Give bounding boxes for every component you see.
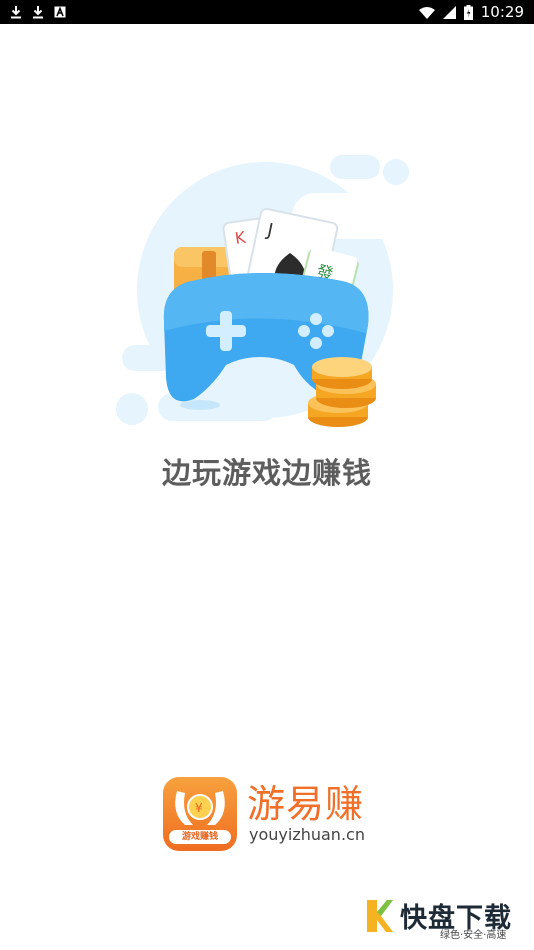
brand-text: 游易赚 youyizhuan.cn — [247, 783, 365, 845]
battery-icon — [463, 4, 473, 20]
status-bar-left — [10, 5, 66, 19]
bg-dot — [116, 393, 148, 425]
status-bar-right: 10:29 — [418, 3, 524, 21]
signal-icon — [442, 5, 456, 19]
watermark: 快盘下载 绿色·安全·高速 — [364, 896, 524, 941]
bg-pill — [330, 155, 380, 179]
gamepad-illustration: K J 發 — [116, 155, 410, 427]
k-logo-icon — [367, 900, 393, 932]
download-icon — [11, 6, 21, 19]
status-bar: 10:29 — [0, 0, 534, 24]
bg-dot — [383, 159, 409, 185]
download-icon — [33, 6, 43, 19]
app-icon: ¥ 游戏赚钱 — [163, 777, 237, 851]
svg-text:¥: ¥ — [195, 801, 203, 815]
splash-tagline: 边玩游戏边赚钱 — [161, 456, 372, 490]
wifi-icon — [418, 6, 435, 19]
a-box-icon — [54, 6, 66, 18]
brand-url: youyizhuan.cn — [249, 825, 365, 844]
clock: 10:29 — [480, 3, 524, 21]
brand-logo: ¥ 游戏赚钱 游易赚 youyizhuan.cn — [163, 776, 383, 852]
coin-hands-icon: ¥ — [175, 791, 225, 825]
coin-stack-icon — [308, 357, 376, 427]
app-icon-label: 游戏赚钱 — [169, 830, 231, 844]
brand-name: 游易赚 — [247, 782, 365, 826]
watermark-subtitle: 绿色·安全·高速 — [440, 930, 507, 941]
